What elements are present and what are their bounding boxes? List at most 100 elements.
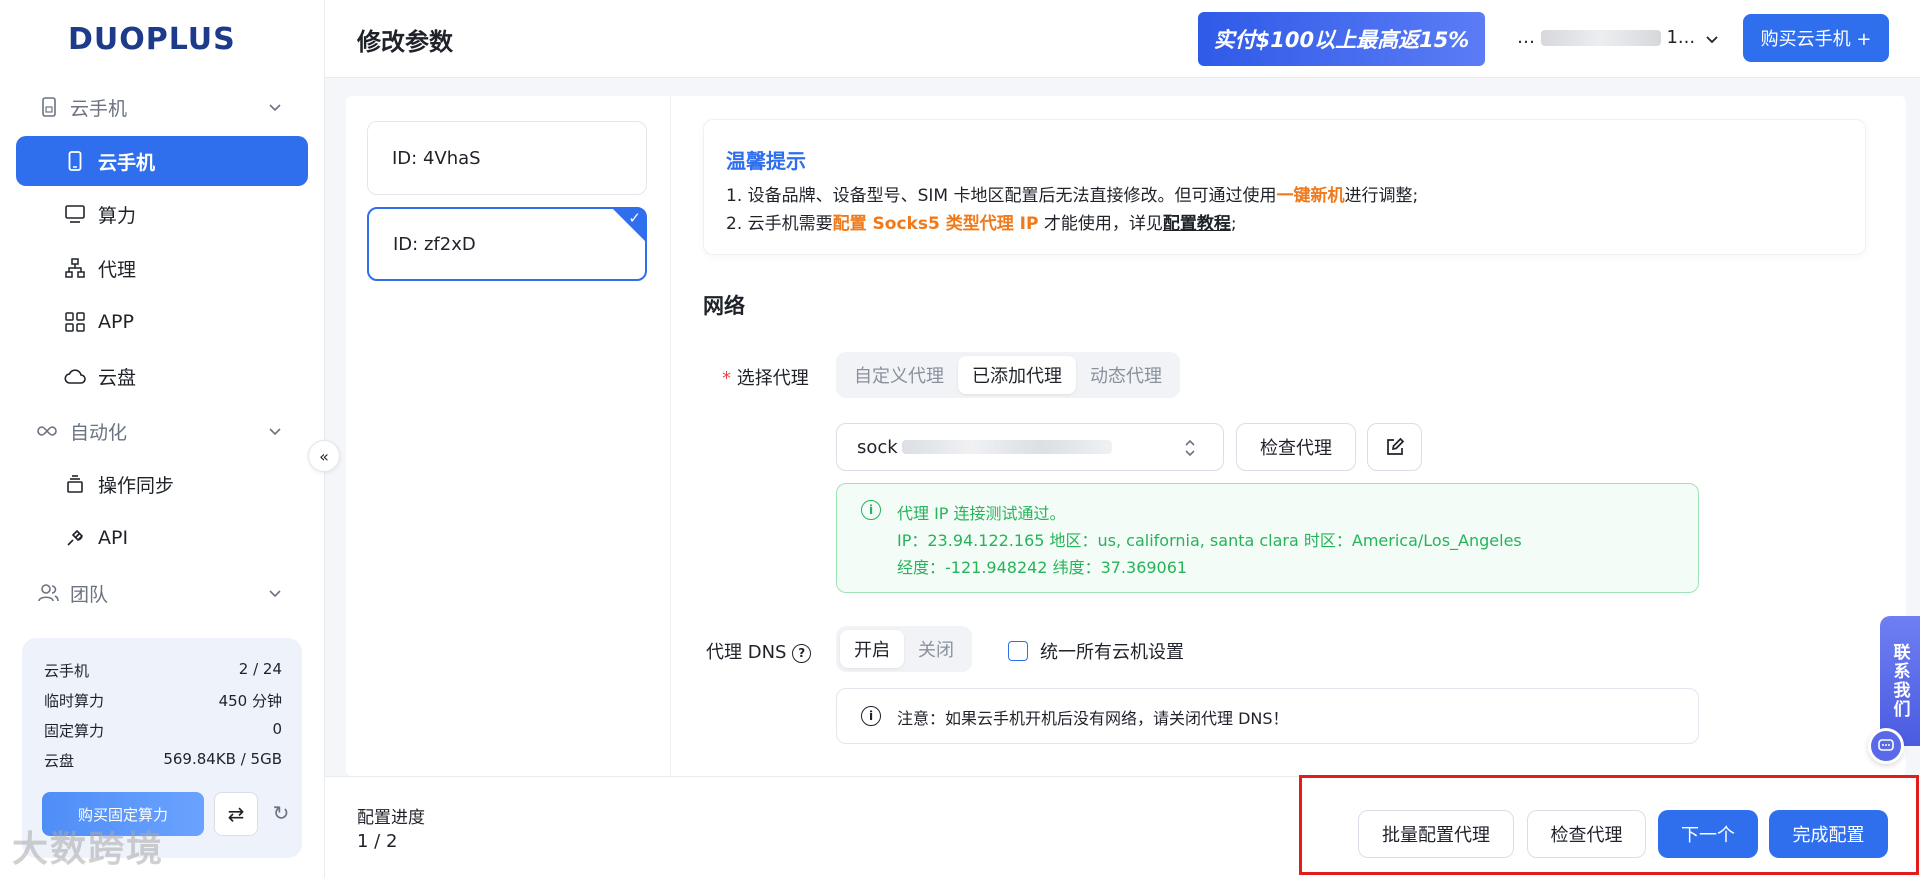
tips-title: 温馨提示 <box>726 149 806 173</box>
grid-icon <box>64 311 86 333</box>
progress-value: 1 / 2 <box>357 831 398 852</box>
sidebar-group-automation[interactable]: 自动化 <box>0 404 325 458</box>
network-section-title: 网络 <box>703 294 745 318</box>
result-geo-info: 经度：-121.948242 纬度：37.369061 <box>897 558 1188 577</box>
user-account[interactable]: … 1... <box>1517 27 1695 48</box>
check-icon: ✓ <box>628 209 641 227</box>
duoplus-logo[interactable]: DUOPLUS <box>68 22 236 57</box>
label-text: 选择代理 <box>736 368 809 389</box>
proxy-type-tabs: 自定义代理 已添加代理 动态代理 <box>836 352 1180 398</box>
dns-on-option[interactable]: 开启 <box>840 630 904 668</box>
stat-value: 0 <box>272 720 282 738</box>
swap-icon[interactable]: ⇄ <box>214 792 258 836</box>
sidebar-item-label: 算力 <box>98 204 137 227</box>
sidebar-item-cloud-disk[interactable]: 云盘 <box>16 351 308 401</box>
sidebar-item-cloud-phone[interactable]: 云手机 <box>16 136 308 186</box>
tips-panel: 温馨提示 1. 设备品牌、设备型号、SIM 卡地区配置后无法直接修改。但可通过使… <box>703 119 1866 255</box>
user-name-prefix: … <box>1517 27 1535 48</box>
proxy-test-result: i 代理 IP 连接测试通过。 IP：23.94.122.165 地区：us, … <box>836 483 1699 593</box>
finish-config-button[interactable]: 完成配置 <box>1769 810 1888 858</box>
layers-icon <box>64 473 86 495</box>
batch-config-proxy-button[interactable]: 批量配置代理 <box>1358 810 1514 858</box>
sidebar: DUOPLUS 云手机 云手机 算力 代理 APP 云盘 自动化 操作同步 AP… <box>0 0 325 878</box>
label-text: 代理 DNS <box>706 642 787 663</box>
stat-row-cloud-phone: 云手机 2 / 24 <box>44 660 282 684</box>
one-click-new-device-link[interactable]: 一键新机 <box>1277 186 1345 206</box>
sidebar-item-sync[interactable]: 操作同步 <box>16 459 308 509</box>
device-card-zf2xd[interactable]: ID: zf2xD ✓ <box>367 207 647 281</box>
tab-dynamic-proxy[interactable]: 动态代理 <box>1076 356 1176 394</box>
required-marker: * <box>722 368 737 389</box>
phone-outline-icon <box>38 96 60 118</box>
sidebar-item-app[interactable]: APP <box>16 297 308 347</box>
proxy-dns-label: 代理 DNS ? <box>706 638 812 664</box>
sidebar-item-label: 云手机 <box>98 151 156 174</box>
sidebar-item-label: 云盘 <box>98 366 137 389</box>
chevron-down-icon[interactable] <box>1705 32 1719 46</box>
footer-check-proxy-button[interactable]: 检查代理 <box>1527 810 1646 858</box>
tab-added-proxy[interactable]: 已添加代理 <box>958 356 1076 394</box>
info-icon: i <box>861 500 881 520</box>
phone-icon <box>64 150 86 172</box>
sidebar-group-team[interactable]: 团队 <box>0 566 325 620</box>
chat-icon[interactable] <box>1868 728 1904 764</box>
edit-icon[interactable] <box>1367 423 1422 471</box>
stat-label: 云手机 <box>44 662 90 680</box>
sidebar-item-api[interactable]: API <box>16 513 308 563</box>
promo-banner[interactable]: 实付$100以上最高返15% <box>1198 12 1485 66</box>
sidebar-item-proxy[interactable]: 代理 <box>16 243 308 293</box>
tip-line-1: 1. 设备品牌、设备型号、SIM 卡地区配置后无法直接修改。但可通过使用一键新机… <box>726 181 1418 206</box>
sidebar-group-label: 团队 <box>70 583 109 606</box>
tab-custom-proxy[interactable]: 自定义代理 <box>840 356 958 394</box>
info-icon: i <box>861 706 881 726</box>
contact-us-tab[interactable]: 联系我们 <box>1880 616 1920 746</box>
collapse-sidebar-icon[interactable]: « <box>308 440 340 472</box>
unify-settings-checkbox[interactable] <box>1008 641 1028 661</box>
infinity-icon <box>36 420 58 442</box>
tip-text: 才能使用，详见 <box>1038 214 1163 234</box>
plug-icon <box>64 527 86 549</box>
stat-label: 固定算力 <box>44 722 105 740</box>
proxy-select[interactable]: sock <box>836 423 1224 471</box>
watermark-logo: 大数跨境 <box>12 829 165 870</box>
sidebar-item-label: API <box>98 527 129 549</box>
users-icon <box>38 582 60 604</box>
dns-toggle: 开启 关闭 <box>836 626 972 672</box>
unify-settings-label[interactable]: 统一所有云机设置 <box>1040 638 1184 664</box>
progress-label: 配置进度 <box>357 808 425 828</box>
sidebar-item-label: 代理 <box>98 258 137 281</box>
stat-label: 云盘 <box>44 752 75 770</box>
help-icon[interactable]: ? <box>792 643 812 663</box>
sidebar-item-compute[interactable]: 算力 <box>16 189 308 239</box>
sidebar-group-cloud-phone[interactable]: 云手机 <box>0 80 325 134</box>
check-proxy-button[interactable]: 检查代理 <box>1236 423 1356 471</box>
stat-row-temp-compute: 临时算力 450 分钟 <box>44 690 282 714</box>
sidebar-group-label: 自动化 <box>70 421 128 444</box>
buy-cloud-phone-button[interactable]: 购买云手机 + <box>1743 14 1889 62</box>
stat-value: 569.84KB / 5GB <box>163 750 282 768</box>
socks5-highlight: 配置 Socks5 类型代理 IP <box>832 214 1039 234</box>
result-status: 代理 IP 连接测试通过。 <box>897 504 1066 523</box>
device-id-label: ID: zf2xD <box>393 233 476 255</box>
stat-value: 450 分钟 <box>218 692 282 710</box>
dns-note-text: 注意：如果云手机开机后没有网络，请关闭代理 DNS！ <box>897 709 1289 728</box>
sidebar-item-label: APP <box>98 311 134 333</box>
proxy-select-value: sock <box>857 436 898 458</box>
next-button[interactable]: 下一个 <box>1658 810 1758 858</box>
sidebar-item-label: 操作同步 <box>98 474 175 497</box>
device-card-4vhas[interactable]: ID: 4VhaS <box>367 121 647 195</box>
top-header: 修改参数 实付$100以上最高返15% … 1... 购买云手机 + <box>325 0 1920 78</box>
monitor-icon <box>64 203 86 225</box>
network-icon <box>64 257 86 279</box>
select-arrows-icon <box>1185 439 1195 457</box>
stat-label: 临时算力 <box>44 692 105 710</box>
tip-text: 2. 云手机需要 <box>726 214 833 234</box>
stat-row-cloud-disk: 云盘 569.84KB / 5GB <box>44 750 282 774</box>
config-tutorial-link[interactable]: 配置教程 <box>1163 214 1231 234</box>
redacted-proxy <box>901 440 1112 454</box>
user-name-suffix: 1... <box>1666 27 1696 48</box>
dns-off-option[interactable]: 关闭 <box>904 630 968 668</box>
device-id-label: ID: 4VhaS <box>392 147 481 169</box>
refresh-icon[interactable]: ↻ <box>268 800 294 826</box>
stat-value: 2 / 24 <box>238 660 282 678</box>
